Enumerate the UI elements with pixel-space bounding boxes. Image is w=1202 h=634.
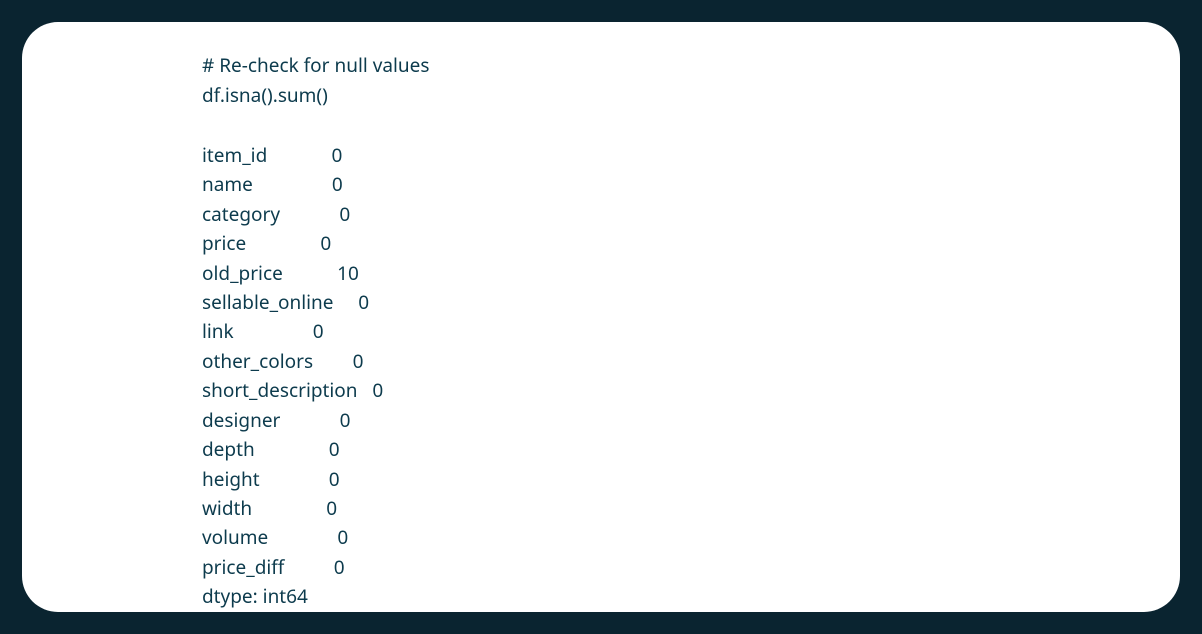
code-output-card: # Re-check for null values df.isna().sum… bbox=[22, 22, 1180, 612]
output-row: sellable_online 0 bbox=[202, 288, 1000, 317]
output-row: volume 0 bbox=[202, 523, 1000, 552]
output-row: other_colors 0 bbox=[202, 347, 1000, 376]
output-block: item_id 0name 0category 0price 0old_pric… bbox=[202, 141, 1000, 583]
output-row: price 0 bbox=[202, 229, 1000, 258]
output-row: old_price 10 bbox=[202, 259, 1000, 288]
code-statement: df.isna().sum() bbox=[202, 80, 1000, 110]
output-row: depth 0 bbox=[202, 435, 1000, 464]
code-comment: # Re-check for null values bbox=[202, 50, 1000, 80]
dtype-line: dtype: int64 bbox=[202, 582, 1000, 611]
output-row: width 0 bbox=[202, 494, 1000, 523]
output-row: link 0 bbox=[202, 317, 1000, 346]
output-row: designer 0 bbox=[202, 406, 1000, 435]
output-row: item_id 0 bbox=[202, 141, 1000, 170]
output-row: name 0 bbox=[202, 170, 1000, 199]
output-row: price_diff 0 bbox=[202, 553, 1000, 582]
output-row: short_description 0 bbox=[202, 376, 1000, 405]
output-row: category 0 bbox=[202, 200, 1000, 229]
blank-line bbox=[202, 111, 1000, 141]
output-row: height 0 bbox=[202, 465, 1000, 494]
